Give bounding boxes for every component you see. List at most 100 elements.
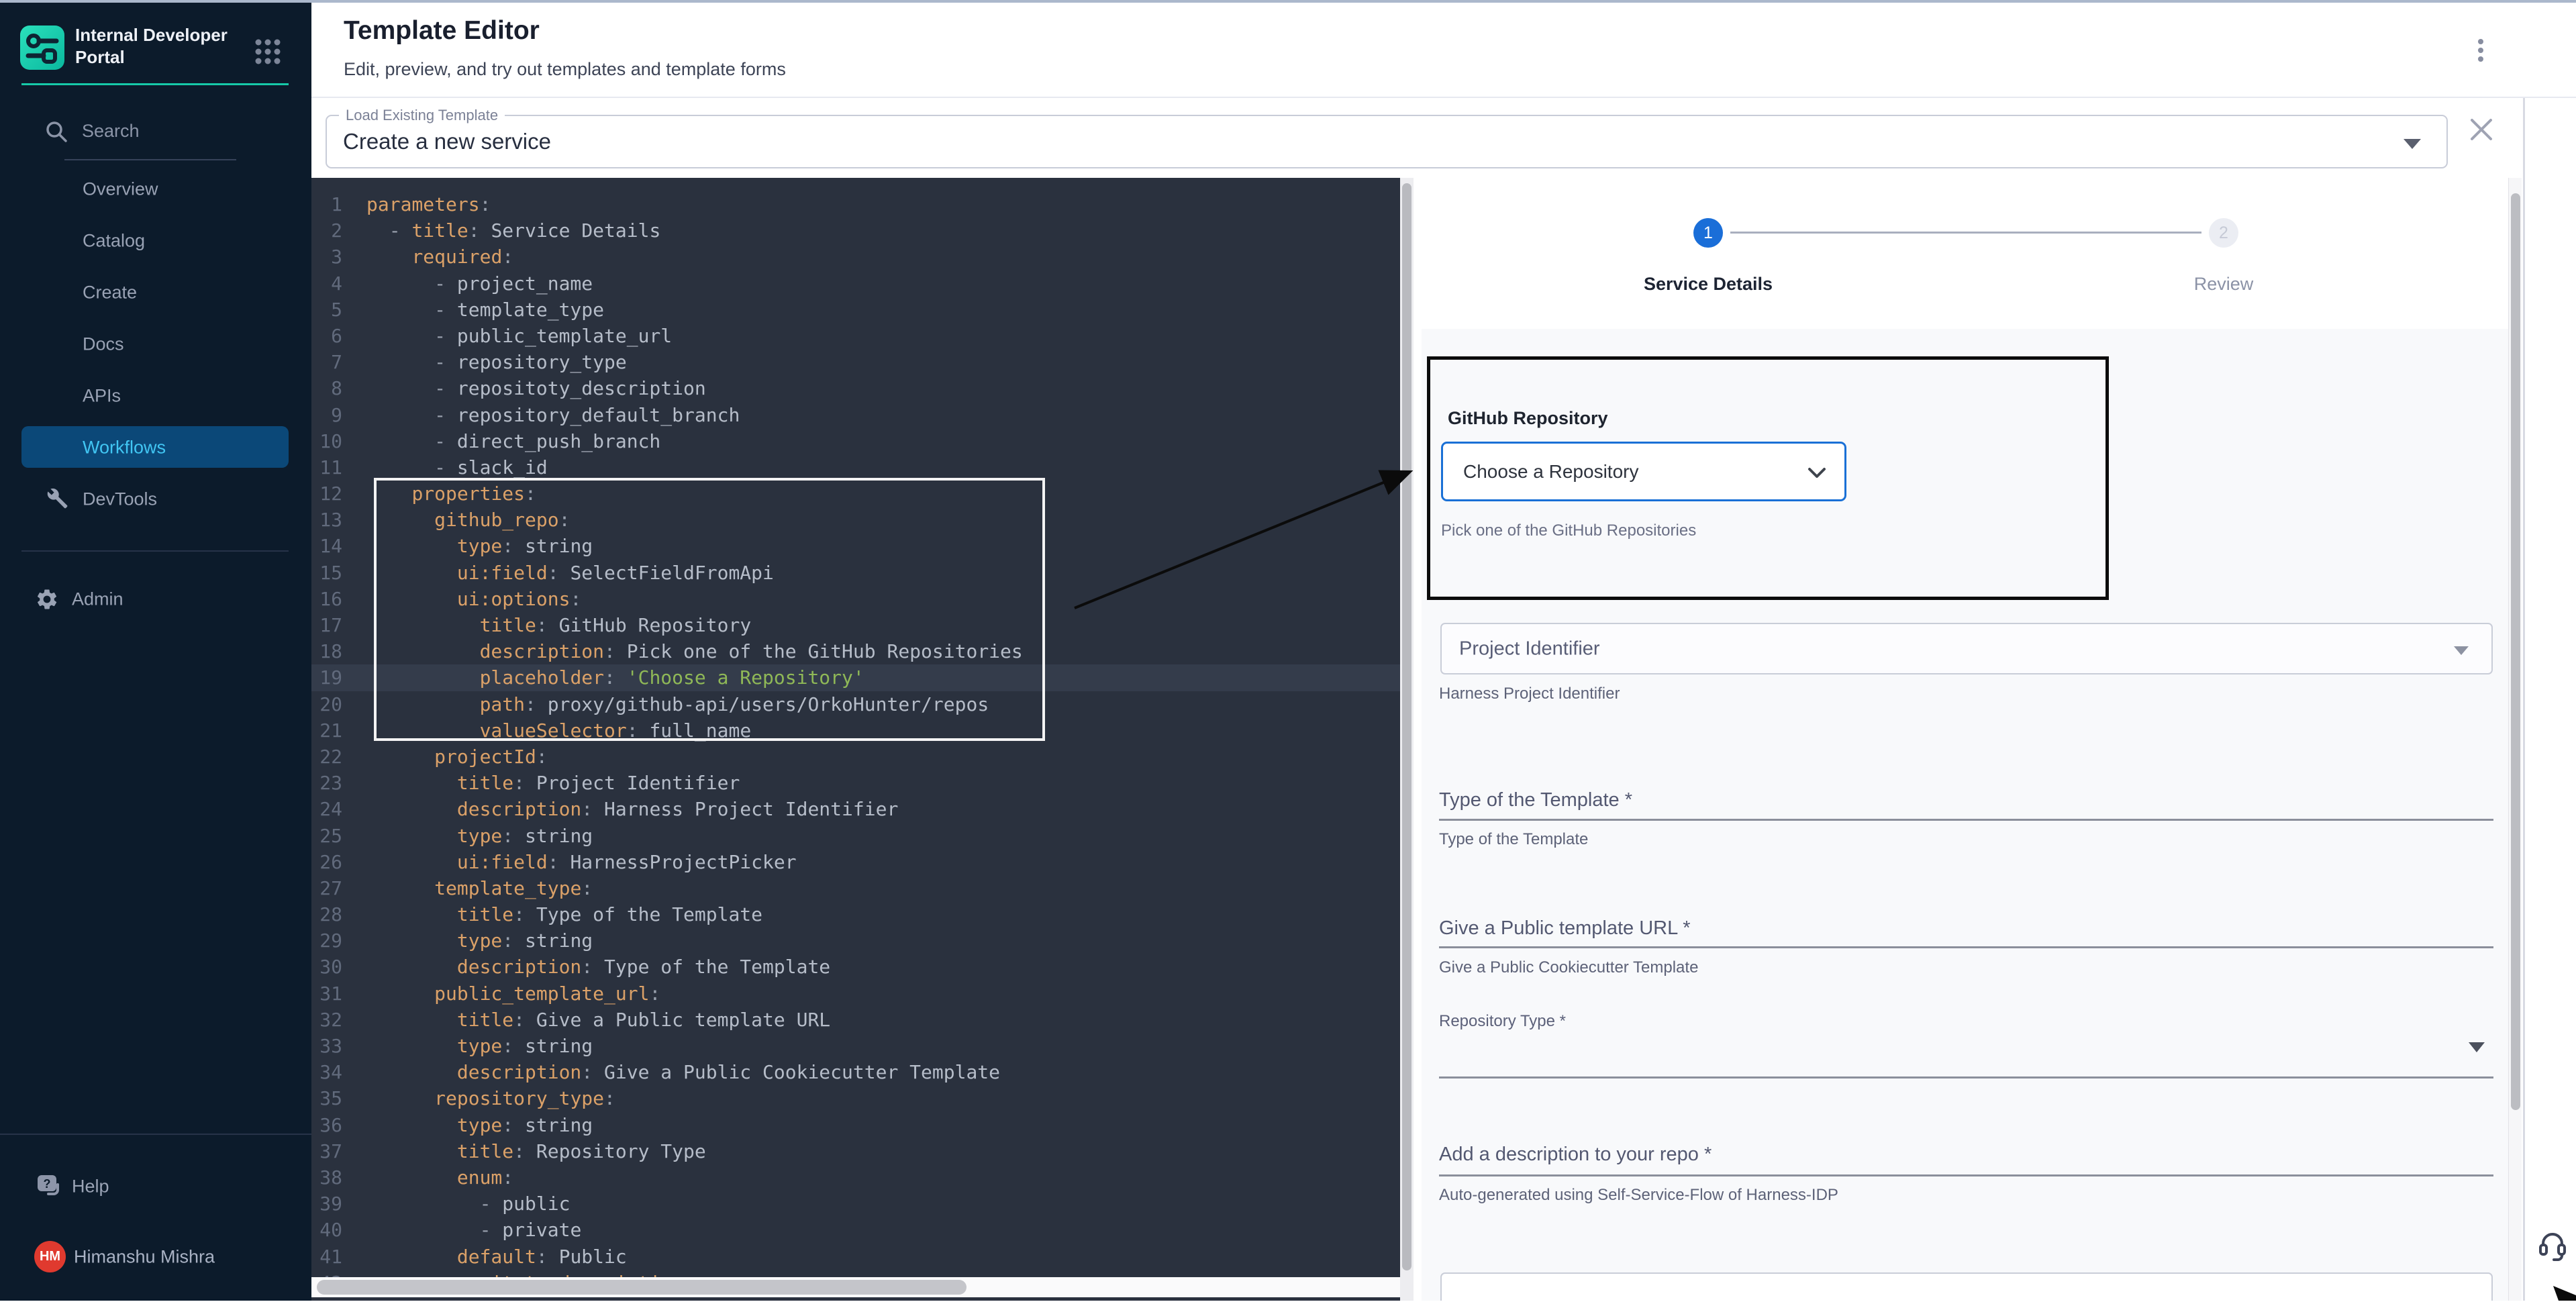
code-line: 8 - repositoty_description xyxy=(311,375,1414,401)
sidebar-nav: Overview Catalog Create Docs APIs Workflows De… xyxy=(0,163,311,525)
load-template-select[interactable]: Load Existing Template Create a new serv… xyxy=(326,115,2448,168)
help-button[interactable]: ? Help xyxy=(0,1161,311,1212)
code-line: 18 description: Pick one of the GitHub R… xyxy=(311,638,1414,664)
sidebar-item-docs[interactable]: Docs xyxy=(0,318,311,370)
code-line: 22 projectId: xyxy=(311,744,1414,770)
window-top-strip xyxy=(0,0,2576,3)
code-line: 34 description: Give a Public Cookiecutt… xyxy=(311,1059,1414,1085)
sidebar-item-workflows[interactable]: Workflows xyxy=(0,421,311,473)
triangle-down-icon xyxy=(2404,139,2421,149)
github-repository-helper: Pick one of the GitHub Repositories xyxy=(1441,521,1696,540)
repo-description-helper: Auto-generated using Self-Service-Flow o… xyxy=(1439,1186,1838,1205)
step-2-circle[interactable]: 2 xyxy=(2209,218,2238,248)
more-options-icon[interactable] xyxy=(2474,32,2487,76)
public-template-url-helper: Give a Public Cookiecutter Template xyxy=(1439,958,1698,977)
sidebar-item-label: APIs xyxy=(83,385,121,406)
code-lines: 1parameters:2 - title: Service Details3 … xyxy=(311,191,1414,1296)
gear-icon xyxy=(35,587,59,615)
code-line: 37 title: Repository Type xyxy=(311,1138,1414,1164)
code-line: 26 ui:field: HarnessProjectPicker xyxy=(311,849,1414,875)
search-input[interactable]: Search xyxy=(0,113,311,153)
sidebar-item-label: Overview xyxy=(83,179,158,199)
panel-scrollbar[interactable] xyxy=(2508,178,2522,1301)
public-template-url-input[interactable] xyxy=(1439,946,2493,948)
code-line: 4 - project_name xyxy=(311,270,1414,297)
editor-horizontal-scrollbar-thumb[interactable] xyxy=(317,1280,967,1295)
sidebar-item-label: Workflows xyxy=(83,437,166,458)
search-underline xyxy=(64,159,236,160)
load-template-bar: Load Existing Template Create a new serv… xyxy=(311,98,2576,178)
code-line: 9 - repository_default_branch xyxy=(311,402,1414,428)
sidebar-item-create[interactable]: Create xyxy=(0,266,311,318)
code-line: 1parameters: xyxy=(311,191,1414,217)
template-form-preview: 1 2 Service Details Review GitHub Reposi… xyxy=(1422,178,2508,1301)
github-repository-select[interactable]: Choose a Repository xyxy=(1441,442,1846,501)
brand-logo-icon[interactable] xyxy=(20,26,64,70)
page-header: Template Editor Edit, preview, and try o… xyxy=(311,3,2576,98)
code-line: 31 public_template_url: xyxy=(311,981,1414,1007)
project-identifier-helper: Harness Project Identifier xyxy=(1439,685,1620,703)
project-identifier-select[interactable]: Project Identifier xyxy=(1440,623,2493,674)
sidebar-item-admin-label: Admin xyxy=(72,589,123,610)
panel-scrollbar-thumb[interactable] xyxy=(2511,193,2520,1110)
page-subtitle: Edit, preview, and try out templates and… xyxy=(344,59,786,80)
code-line: 11 - slack_id xyxy=(311,454,1414,481)
editor-vertical-scrollbar-thumb[interactable] xyxy=(1402,183,1411,1270)
sidebar-item-apis[interactable]: APIs xyxy=(0,370,311,421)
code-line: 12 properties: xyxy=(311,481,1414,507)
code-line: 28 title: Type of the Template xyxy=(311,901,1414,927)
repo-description-label: Add a description to your repo * xyxy=(1439,1144,1712,1166)
clear-template-icon[interactable] xyxy=(2468,116,2495,143)
sidebar-bottom-divider xyxy=(0,1134,311,1135)
user-menu[interactable]: HM Himanshu Mishra xyxy=(0,1232,311,1283)
repo-description-input[interactable] xyxy=(1439,1174,2493,1176)
code-line: 29 type: string xyxy=(311,927,1414,954)
headset-icon[interactable] xyxy=(2538,1230,2567,1264)
code-line: 35 repository_type: xyxy=(311,1085,1414,1111)
code-line: 16 ui:options: xyxy=(311,586,1414,612)
triangle-down-icon xyxy=(2454,646,2469,655)
sidebar-item-devtools[interactable]: DevTools xyxy=(0,473,311,525)
apps-grid-icon[interactable] xyxy=(254,38,282,69)
sidebar-item-label: Catalog xyxy=(83,230,145,251)
sidebar-item-catalog[interactable]: Catalog xyxy=(0,215,311,266)
sidebar-item-label: Create xyxy=(83,282,137,303)
repository-type-label: Repository Type * xyxy=(1439,1012,1566,1031)
sidebar-item-admin[interactable]: Admin xyxy=(0,574,311,625)
load-template-label: Load Existing Template xyxy=(339,107,505,124)
stepper-section: 1 2 Service Details Review xyxy=(1422,178,2508,329)
mouse-cursor xyxy=(2552,1286,2576,1304)
yaml-code-editor[interactable]: 1parameters:2 - title: Service Details3 … xyxy=(311,178,1414,1301)
editor-vertical-scrollbar[interactable] xyxy=(1400,178,1414,1301)
code-line: 5 - template_type xyxy=(311,297,1414,323)
flow-logo-icon xyxy=(20,26,64,70)
template-type-label: Type of the Template * xyxy=(1439,789,1632,811)
user-name: Himanshu Mishra xyxy=(74,1247,215,1268)
triangle-down-icon xyxy=(2469,1042,2485,1052)
code-line: 10 - direct_push_branch xyxy=(311,428,1414,454)
code-line: 3 required: xyxy=(311,244,1414,270)
code-line: 14 type: string xyxy=(311,533,1414,559)
service-owner-select[interactable]: Choose an Owner for the Service xyxy=(1440,1272,2493,1301)
brand-title: Internal Developer Portal xyxy=(75,24,250,68)
wrench-icon xyxy=(43,485,68,510)
code-line: 19 placeholder: 'Choose a Repository' xyxy=(311,664,1414,691)
search-icon xyxy=(44,119,68,147)
step-2-label: Review xyxy=(2157,274,2291,295)
template-type-helper: Type of the Template xyxy=(1439,830,1588,849)
step-1-circle[interactable]: 1 xyxy=(1693,218,1723,248)
search-placeholder: Search xyxy=(82,121,140,142)
code-line: 13 github_repo: xyxy=(311,507,1414,533)
code-line: 7 - repository_type xyxy=(311,349,1414,375)
template-type-input[interactable] xyxy=(1439,819,2493,821)
stepper-connector xyxy=(1730,232,2201,234)
avatar: HM xyxy=(34,1241,66,1272)
code-line: 6 - public_template_url xyxy=(311,323,1414,349)
sidebar-item-overview[interactable]: Overview xyxy=(0,163,311,215)
repository-type-select[interactable] xyxy=(1439,1076,2493,1079)
code-line: 38 enum: xyxy=(311,1164,1414,1191)
editor-horizontal-scrollbar[interactable] xyxy=(311,1277,1400,1297)
code-line: 25 type: string xyxy=(311,823,1414,849)
code-line: 33 type: string xyxy=(311,1033,1414,1059)
sidebar: Internal Developer Portal Search Overvie… xyxy=(0,0,311,1301)
